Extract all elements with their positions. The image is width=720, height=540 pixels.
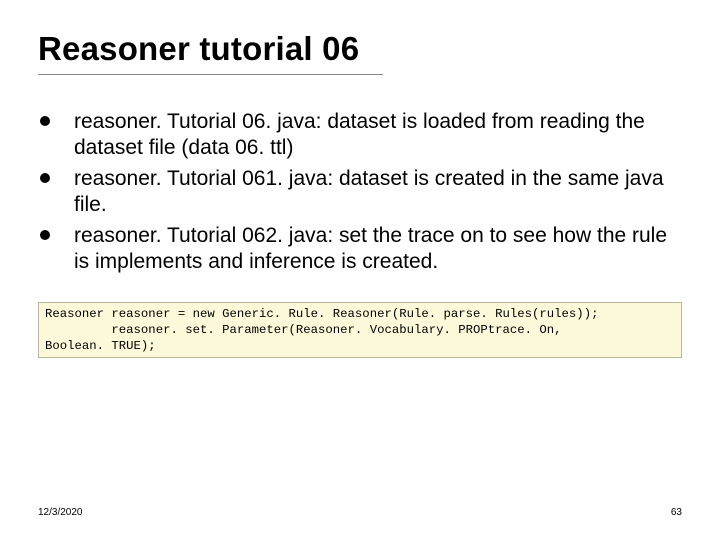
list-item: reasoner. Tutorial 062. java: set the tr… (38, 223, 682, 276)
page-title: Reasoner tutorial 06 (38, 30, 682, 68)
list-item: reasoner. Tutorial 061. java: dataset is… (38, 166, 682, 219)
slide: Reasoner tutorial 06 reasoner. Tutorial … (0, 0, 720, 540)
bullet-icon (40, 230, 50, 240)
list-item-label: reasoner. Tutorial 06. java: dataset is … (74, 110, 645, 159)
list-item: reasoner. Tutorial 06. java: dataset is … (38, 109, 682, 162)
bullet-list: reasoner. Tutorial 06. java: dataset is … (38, 109, 682, 276)
code-block: Reasoner reasoner = new Generic. Rule. R… (38, 302, 682, 359)
footer: 12/3/2020 63 (38, 507, 682, 518)
footer-date: 12/3/2020 (38, 507, 83, 518)
title-rule (38, 74, 383, 75)
list-item-label: reasoner. Tutorial 062. java: set the tr… (74, 224, 667, 273)
list-item-label: reasoner. Tutorial 061. java: dataset is… (74, 167, 664, 216)
bullet-icon (40, 116, 50, 126)
footer-page: 63 (671, 507, 682, 518)
bullet-icon (40, 173, 50, 183)
